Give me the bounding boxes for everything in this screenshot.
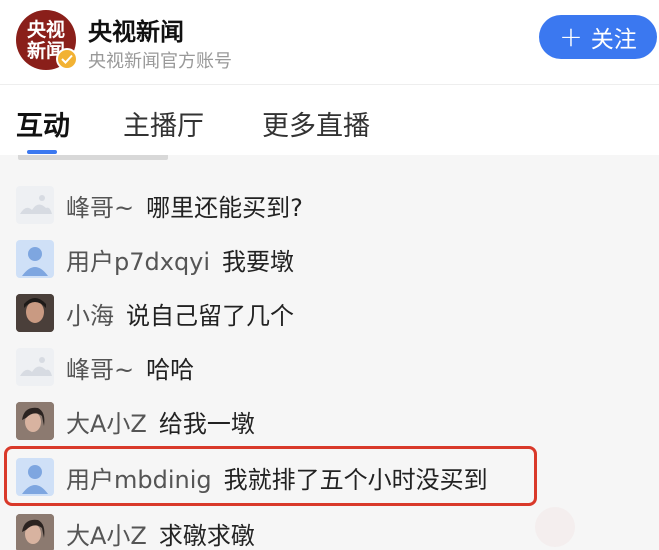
comment-row[interactable]: 大A小Z 给我一墩 — [16, 401, 255, 441]
tab-bar: 互动 主播厅 更多直播 — [0, 92, 659, 162]
comment-username[interactable]: 峰哥~ — [66, 350, 134, 385]
cloud-avatar-icon[interactable] — [16, 348, 54, 386]
verified-badge-icon — [56, 48, 78, 70]
comment-row[interactable]: 小海 说自己留了几个 — [16, 293, 294, 333]
user-photo-avatar[interactable] — [16, 402, 54, 440]
user-photo-avatar[interactable] — [16, 514, 54, 550]
comment-text: 求礅求礅 — [158, 521, 255, 550]
follow-button[interactable]: + 关注 — [539, 15, 657, 59]
active-tab-indicator — [27, 150, 57, 154]
logo-text-line1: 央视 — [26, 19, 65, 41]
floating-like-icon — [535, 507, 575, 547]
comment-text: 我要墩 — [222, 247, 295, 276]
comment-username[interactable]: 用户p7dxqyi — [66, 242, 210, 277]
comment-username[interactable]: 大A小Z — [66, 516, 147, 550]
default-user-avatar-icon[interactable] — [16, 240, 54, 278]
follow-button-label: 关注 — [590, 27, 637, 53]
tab-more-live[interactable]: 更多直播 — [262, 104, 370, 143]
comment-text: 说自己留了几个 — [126, 301, 294, 330]
comment-text: 哈哈 — [146, 355, 195, 384]
comment-username[interactable]: 小海 — [66, 296, 114, 331]
comment-username[interactable]: 大A小Z — [66, 404, 147, 439]
cloud-avatar-icon[interactable] — [16, 186, 54, 224]
account-subtitle: 央视新闻官方账号 — [88, 51, 232, 72]
comment-feed[interactable]: 峰哥~ 哪里还能买到? 用户p7dxqyi 我要墩 小海 说自己留了几个 峰哥~… — [0, 155, 659, 550]
account-header: 央视 新闻 央视新闻 央视新闻官方账号 + 关注 — [0, 0, 659, 84]
comment-username[interactable]: 峰哥~ — [66, 188, 134, 223]
comment-row[interactable]: 用户p7dxqyi 我要墩 — [16, 239, 294, 279]
clipped-comment-row — [18, 155, 168, 162]
header-divider — [0, 84, 659, 85]
comment-text: 给我一墩 — [158, 409, 255, 438]
account-name[interactable]: 央视新闻 — [88, 12, 184, 47]
comment-text: 哪里还能买到? — [146, 193, 303, 222]
highlight-outline — [4, 446, 537, 506]
plus-icon: + — [559, 20, 583, 53]
user-photo-avatar[interactable] — [16, 294, 54, 332]
comment-row[interactable]: 峰哥~ 哈哈 — [16, 347, 194, 387]
clipped-text-placeholder — [18, 155, 168, 160]
comment-row[interactable]: 大A小Z 求礅求礅 — [16, 513, 255, 550]
tab-anchor-hall[interactable]: 主播厅 — [123, 104, 204, 143]
comment-row[interactable]: 峰哥~ 哪里还能买到? — [16, 185, 303, 225]
tab-interaction[interactable]: 互动 — [16, 104, 70, 143]
